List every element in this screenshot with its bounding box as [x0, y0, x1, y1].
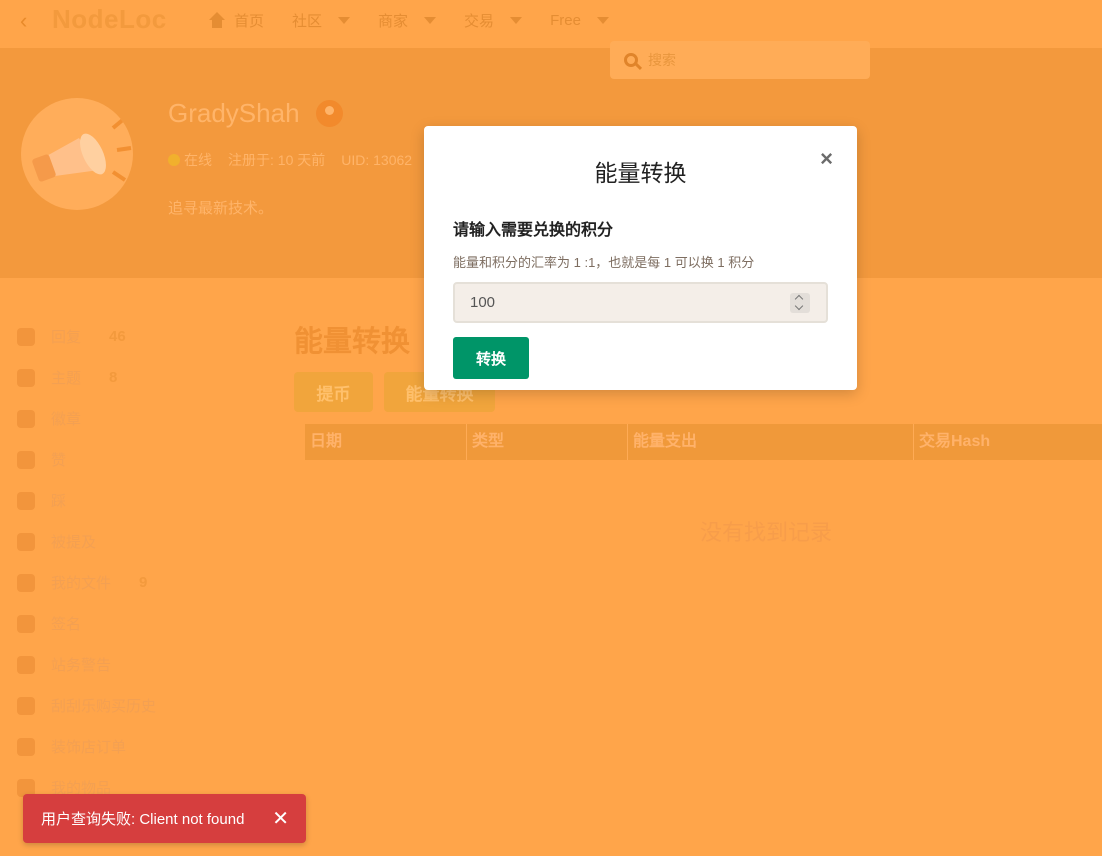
ticket-icon: [17, 696, 35, 715]
sidebar-item-store-orders[interactable]: 装饰店订单: [17, 726, 267, 767]
close-icon[interactable]: ✕: [272, 806, 289, 831]
sidebar-item-warnings[interactable]: 站务警告: [17, 644, 267, 685]
file-icon: [17, 573, 35, 592]
warning-icon: [17, 655, 35, 674]
toast-message: 用户查询失败: Client not found: [41, 811, 245, 828]
records-table-header: 日期 类型 能量支出 交易Hash: [305, 424, 1102, 460]
page-title: 能量转换: [294, 326, 411, 358]
home-icon: [208, 12, 226, 28]
column-energy-spent: 能量支出: [628, 424, 914, 460]
modal-help-text: 能量和积分的汇率为 1 :1，也就是每 1 可以换 1 积分: [453, 255, 755, 270]
empty-state: 没有找到记录: [700, 520, 833, 545]
registered-date: 注册于: 10 天前: [228, 152, 326, 168]
signature-icon: [17, 614, 35, 633]
nav-merchant[interactable]: 商家: [378, 10, 437, 31]
main-nav: 首页 社区 商家 交易 Free: [208, 0, 609, 40]
chevron-down-icon: [510, 16, 523, 24]
energy-convert-modal: 能量转换 × 请输入需要兑换的积分 能量和积分的汇率为 1 :1，也就是每 1 …: [424, 126, 857, 390]
chevron-down-icon: [596, 16, 609, 24]
modal-field-label: 请输入需要兑换的积分: [453, 222, 614, 239]
profile-meta: 在线 注册于: 10 天前 UID: 13062: [168, 150, 412, 170]
list-icon: [17, 368, 35, 387]
site-logo[interactable]: NodeLoc: [52, 4, 167, 35]
profile-bio: 追寻最新技术。: [168, 200, 274, 217]
close-icon[interactable]: ×: [820, 146, 833, 172]
sidebar-item-topics[interactable]: 主题 8: [17, 357, 267, 398]
user-uid: UID: 13062: [341, 152, 413, 168]
modal-title: 能量转换: [594, 160, 687, 186]
sidebar-item-likes[interactable]: 赞: [17, 439, 267, 480]
sidebar-item-replies[interactable]: 回复 46: [17, 316, 267, 357]
profile-username: GradyShah: [168, 98, 300, 128]
column-tx-hash: 交易Hash: [919, 433, 991, 450]
nav-free[interactable]: Free: [550, 12, 609, 29]
store-icon: [17, 737, 35, 756]
megaphone-icon: [32, 116, 132, 182]
nav-home[interactable]: 首页: [208, 10, 264, 31]
sidebar-item-scratch-history[interactable]: 刮刮乐购买历史: [17, 685, 267, 726]
back-chevron-icon[interactable]: ‹: [20, 8, 27, 34]
search-icon: [624, 53, 638, 67]
thumbs-up-icon: [17, 450, 35, 469]
avatar[interactable]: [21, 98, 133, 210]
sidebar-item-mentions[interactable]: 被提及: [17, 521, 267, 562]
nav-trade[interactable]: 交易: [464, 10, 523, 31]
thumbs-down-icon: [17, 491, 35, 510]
sidebar-item-dislikes[interactable]: 踩: [17, 480, 267, 521]
search-input[interactable]: 搜索: [610, 41, 870, 79]
nav-community[interactable]: 社区: [292, 10, 351, 31]
online-status: 在线: [168, 150, 212, 170]
profile-sidebar: 回复 46 主题 8 徽章 赞 踩 被提及 我的文件 9 签名 站务警告 刮刮乐购买历…: [17, 316, 267, 808]
user-icon: [316, 100, 343, 127]
withdraw-button[interactable]: 提币: [294, 372, 373, 412]
user-badge-icon: [17, 409, 35, 428]
sidebar-item-badges[interactable]: 徽章: [17, 398, 267, 439]
online-dot-icon: [168, 154, 180, 166]
chevron-down-icon: [424, 16, 437, 24]
error-toast: 用户查询失败: Client not found ✕: [23, 794, 306, 843]
convert-submit-button[interactable]: 转换: [453, 337, 529, 379]
comment-icon: [17, 327, 35, 346]
site-header: ‹ NodeLoc 首页 社区 商家 交易 Free: [0, 0, 1102, 48]
sidebar-item-signature[interactable]: 签名: [17, 603, 267, 644]
column-type: 类型: [467, 424, 628, 460]
number-stepper-icon[interactable]: [790, 293, 810, 313]
chevron-down-icon: [338, 16, 351, 24]
points-amount-input[interactable]: [453, 282, 828, 323]
at-icon: [17, 532, 35, 551]
sidebar-item-files[interactable]: 我的文件 9: [17, 562, 267, 603]
column-date: 日期: [305, 424, 467, 460]
